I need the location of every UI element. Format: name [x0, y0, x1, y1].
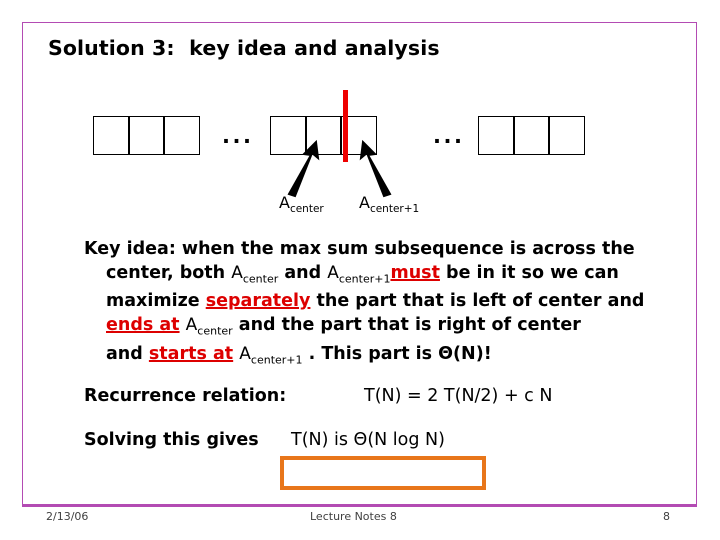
- key-idea-line-2-a: center, both: [106, 262, 232, 283]
- label-a-center-subscript: center: [289, 203, 324, 216]
- array-group-right: [478, 116, 585, 155]
- key-idea-line-3: maximize separately the part that is lef…: [84, 290, 664, 314]
- inline-var-a-center-plus-one-base: A: [327, 262, 339, 283]
- inline-var-a-center-plus-one-sub: center+1: [338, 271, 391, 285]
- label-a-center-plus-one-base: A: [359, 193, 370, 212]
- key-idea-line-1-text: when the max sum subsequence is across t…: [175, 239, 635, 259]
- label-a-center-base: A: [279, 193, 290, 212]
- inline-var-a-center-plus-one-2-base: A: [239, 343, 251, 364]
- arrow-to-a-center: [287, 139, 320, 198]
- emphasis-starts-at: starts at: [148, 343, 234, 364]
- emphasis-must: must: [390, 262, 440, 283]
- key-idea-paragraph: Key idea: when the max sum subsequence i…: [84, 238, 664, 372]
- emphasis-ends-at: ends at: [106, 314, 180, 335]
- label-a-center-plus-one-subscript: center+1: [369, 203, 420, 216]
- highlight-box: [280, 456, 486, 490]
- inline-var-a-center-2: Acenter: [185, 314, 233, 338]
- recurrence-relation-formula: T(N) = 2 T(N/2) + c N: [364, 386, 553, 406]
- array-cell: [478, 116, 515, 155]
- recurrence-relation-label: Recurrence relation:: [84, 386, 287, 406]
- ellipsis-left: ...: [222, 124, 254, 148]
- inline-var-a-center-plus-one: Acenter+1: [327, 262, 391, 285]
- label-a-center: Acenter: [279, 193, 324, 215]
- array-group-left: [93, 116, 200, 155]
- center-divider-line: [343, 90, 348, 162]
- array-cell: [548, 116, 585, 155]
- array-cell: [128, 116, 165, 155]
- key-idea-line-1: Key idea: when the max sum subsequence i…: [84, 238, 664, 262]
- key-idea-line-3-a: maximize: [106, 291, 206, 312]
- inline-var-a-center-2-base: A: [185, 314, 198, 335]
- key-idea-line-5-b: . This part is Θ(N)!: [302, 343, 492, 364]
- label-a-center-plus-one: Acenter+1: [359, 193, 419, 215]
- inline-var-a-center-base: A: [231, 262, 243, 283]
- array-cell: [513, 116, 550, 155]
- key-idea-line-2-b: and: [278, 262, 328, 283]
- key-idea-line-3-b: the part that is left of center and: [310, 291, 645, 312]
- emphasis-separately: separately: [205, 291, 311, 312]
- solution-formula: T(N) is Θ(N log N): [291, 430, 445, 450]
- ellipsis-right: ...: [433, 124, 465, 148]
- footer-divider: [22, 505, 697, 507]
- key-idea-lead: Key idea:: [84, 239, 176, 259]
- arrow-to-a-center-plus-one: [359, 139, 392, 198]
- slide: Solution 3: key idea and analysis ... ..…: [0, 0, 720, 540]
- key-idea-line-2: center, both Acenter and Acenter+1must b…: [84, 262, 664, 291]
- key-idea-line-5: and starts at Acenter+1 . This part is Θ…: [84, 343, 664, 372]
- footer-center-text: Lecture Notes 8: [310, 510, 397, 523]
- footer-date: 2/13/06: [46, 510, 89, 523]
- key-idea-line-4: ends at Acenter and the part that is rig…: [84, 314, 664, 343]
- inline-var-a-center-2-sub: center: [197, 324, 233, 338]
- array-cell: [163, 116, 200, 155]
- key-idea-line-2-c: be in it so we can: [439, 262, 619, 283]
- key-idea-line-5-a: and: [106, 343, 149, 364]
- array-cell: [93, 116, 130, 155]
- inline-var-a-center: Acenter: [231, 262, 279, 285]
- inline-var-a-center-plus-one-2: Acenter+1: [239, 343, 303, 367]
- inline-var-a-center-plus-one-2-sub: center+1: [250, 353, 303, 367]
- footer-page-number: 8: [663, 510, 670, 523]
- array-split-diagram: ... ... Acenter Acenter+1: [0, 0, 720, 230]
- key-idea-line-4-b: and the part that is right of center: [232, 314, 581, 335]
- solving-this-gives-label: Solving this gives: [84, 430, 259, 450]
- inline-var-a-center-sub: center: [242, 271, 279, 285]
